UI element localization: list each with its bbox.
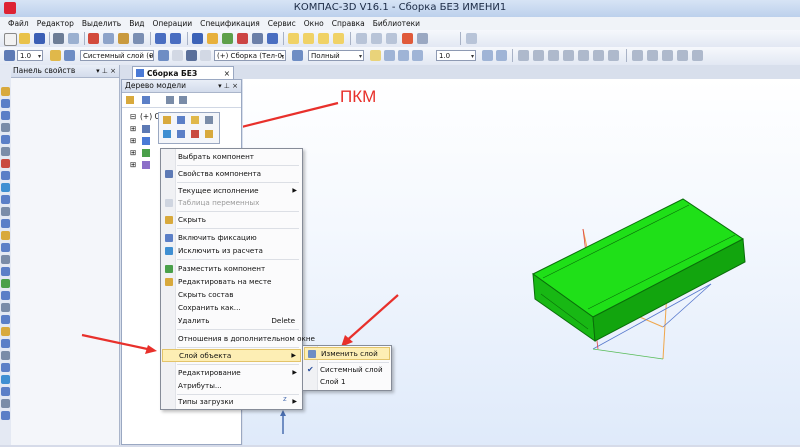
annotation-overlay — [81, 333, 157, 354]
pkm-annotation-label: ПКМ — [340, 87, 377, 106]
z-axis-label: z — [283, 395, 287, 403]
annotation-arrow-left — [81, 333, 157, 354]
